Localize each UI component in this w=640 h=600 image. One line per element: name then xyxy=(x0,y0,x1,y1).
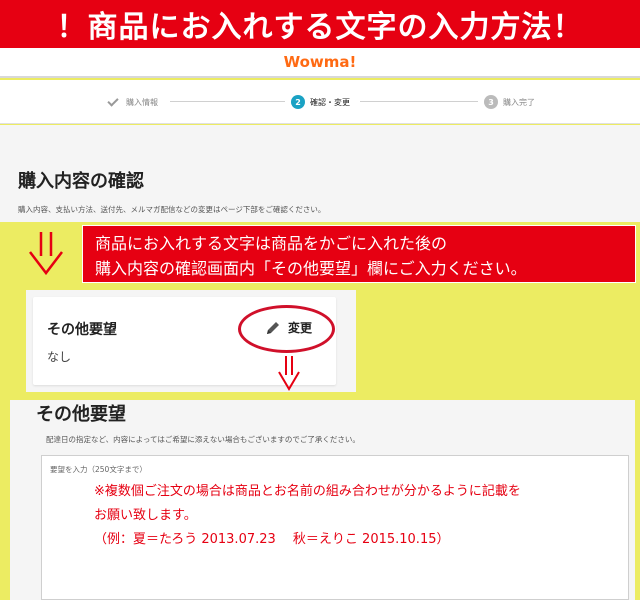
example-text: ※複数個ご注文の場合は商品とお名前の組み合わせが分かるように記載を お願い致しま… xyxy=(94,480,521,552)
step-label: 購入完了 xyxy=(503,97,535,107)
textarea-label: 要望を入力（250文字まで） xyxy=(50,465,147,474)
page-title: 購入内容の確認 xyxy=(18,171,144,192)
step-label: 確認・変更 xyxy=(310,97,350,107)
step-number: 3 xyxy=(484,95,498,109)
step-purchase-info: 購入情報 xyxy=(107,94,158,110)
other-requests-form: その他要望 配達日の指定など、内容によってはご希望に添えない場合もございますので… xyxy=(10,400,635,600)
banner-title: ！商品にお入れする文字の入力方法！ xyxy=(56,10,584,45)
instruction-banner: ！商品にお入れする文字の入力方法！ xyxy=(0,0,640,48)
request-textarea[interactable]: 要望を入力（250文字まで） ※複数個ご注文の場合は商品とお名前の組み合わせが分… xyxy=(41,455,629,600)
instruction-line: 購入内容の確認画面内「その他要望」欄にご入力ください。 xyxy=(95,259,527,278)
step-number: 2 xyxy=(291,95,305,109)
check-icon xyxy=(107,94,119,107)
step-label: 購入情報 xyxy=(126,97,158,107)
page-subtitle: 購入内容、支払い方法、送付先、メルマガ配信などの変更はページ下部をご確認ください… xyxy=(18,205,326,214)
example-line: （例：夏＝たろう 2013.07.23 秋＝えりこ 2015.10.15） xyxy=(94,532,450,547)
instruction-line: 商品にお入れする文字は商品をかごに入れた後の xyxy=(95,234,448,253)
step-confirm: 2 確認・変更 xyxy=(291,94,350,110)
form-title: その他要望 xyxy=(36,404,126,425)
example-line: ※複数個ご注文の場合は商品とお名前の組み合わせが分かるように記載を xyxy=(94,484,521,499)
form-note: 配達日の指定など、内容によってはご希望に添えない場合もございますのでご了承くださ… xyxy=(46,435,360,444)
step-connector xyxy=(170,101,285,102)
down-arrow-icon xyxy=(29,232,63,276)
instruction-box: 商品にお入れする文字は商品をかごに入れた後の 購入内容の確認画面内「その他要望」… xyxy=(82,225,636,283)
step-connector xyxy=(360,101,478,102)
highlight-circle xyxy=(238,305,335,353)
step-complete: 3 購入完了 xyxy=(484,94,535,110)
card-title: その他要望 xyxy=(47,322,117,338)
down-arrow-icon xyxy=(278,356,300,391)
card-value: なし xyxy=(47,350,72,364)
confirm-section: 購入内容の確認 購入内容、支払い方法、送付先、メルマガ配信などの変更はページ下部… xyxy=(0,125,640,222)
wowma-logo[interactable]: Wowma! xyxy=(284,53,357,71)
site-header: Wowma! xyxy=(0,48,640,78)
example-line: お願い致します。 xyxy=(94,508,197,523)
